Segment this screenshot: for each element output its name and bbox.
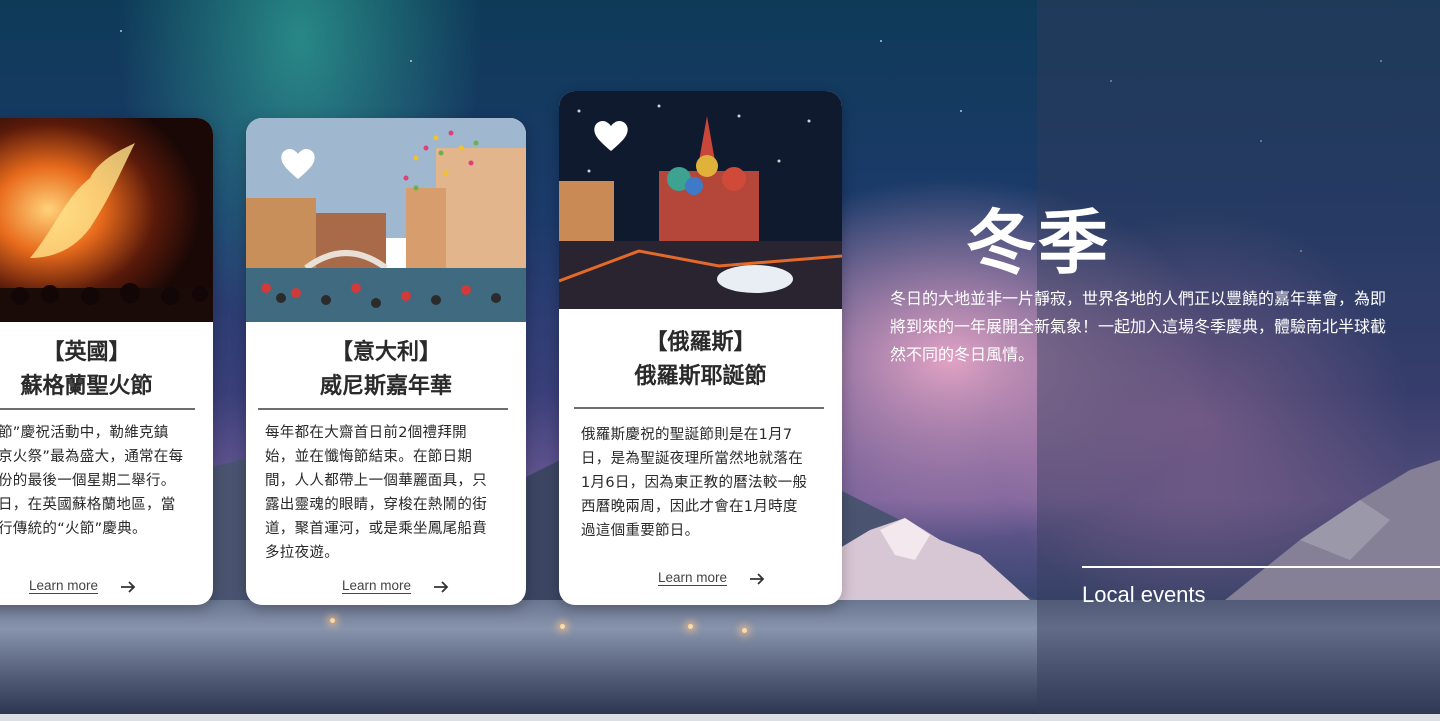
card-divider: [0, 408, 195, 410]
event-card-russia: 【俄羅斯】 俄羅斯耶誕節 俄羅斯慶祝的聖誕節則是在1月7 日，是為聖誕夜理所當然…: [559, 91, 842, 605]
card-divider: [258, 408, 508, 410]
card-description: 每年都在大齋首日前2個禮拜開 始，並在懺悔節結束。在節日期 間，人人都帶上一個華…: [265, 425, 487, 561]
bonfire-image: [0, 118, 213, 322]
village-light: [560, 624, 565, 629]
heart-icon[interactable]: [278, 144, 318, 184]
card-title-line2: 威尼斯嘉年華: [319, 374, 452, 399]
event-card-italy: 【意大利】 威尼斯嘉年華 每年都在大齋首日前2個禮拜開 始，並在懺悔節結束。在節…: [246, 118, 526, 605]
season-title: 冬季: [966, 202, 1110, 284]
card-title-line2: 蘇格蘭聖火節: [20, 374, 153, 399]
heart-icon[interactable]: [591, 116, 631, 156]
learn-more-link[interactable]: Learn more: [342, 578, 411, 593]
card-photo-bonfire: [0, 118, 213, 322]
card-description: 俄羅斯慶祝的聖誕節則是在1月7 日，是為聖誕夜理所當然地就落在 1月6日，因為東…: [581, 427, 808, 539]
village-light: [330, 618, 335, 623]
card-title-line1: 【俄羅斯】: [645, 330, 756, 355]
card-title-line1: 【意大利】: [330, 340, 441, 365]
learn-more-link[interactable]: Learn more: [29, 578, 98, 593]
bottom-strip: [0, 714, 1440, 721]
learn-more-link[interactable]: Learn more: [658, 570, 727, 585]
event-card-uk: 【英國】 蘇格蘭聖火節 節”慶祝活動中，勒維克鎮 京火祭”最為盛大，通常在每 份…: [0, 118, 213, 605]
arrow-right-icon[interactable]: [749, 572, 765, 586]
village-light: [688, 624, 693, 629]
arrow-right-icon[interactable]: [433, 580, 449, 594]
season-intro: 冬日的大地並非一片靜寂，世界各地的人們正以豐饒的嘉年華會，為即將到來的一年展開全…: [890, 289, 1387, 364]
arrow-right-icon[interactable]: [120, 580, 136, 594]
card-title-line2: 俄羅斯耶誕節: [634, 364, 767, 389]
card-divider: [574, 407, 824, 409]
card-description: 節”慶祝活動中，勒維克鎮 京火祭”最為盛大，通常在每 份的最後一個星期二舉行。 …: [0, 425, 184, 537]
local-events-link[interactable]: Local events: [1082, 582, 1206, 608]
local-events-divider: [1082, 566, 1440, 568]
village-light: [742, 628, 747, 633]
card-title-line1: 【英國】: [42, 340, 131, 365]
